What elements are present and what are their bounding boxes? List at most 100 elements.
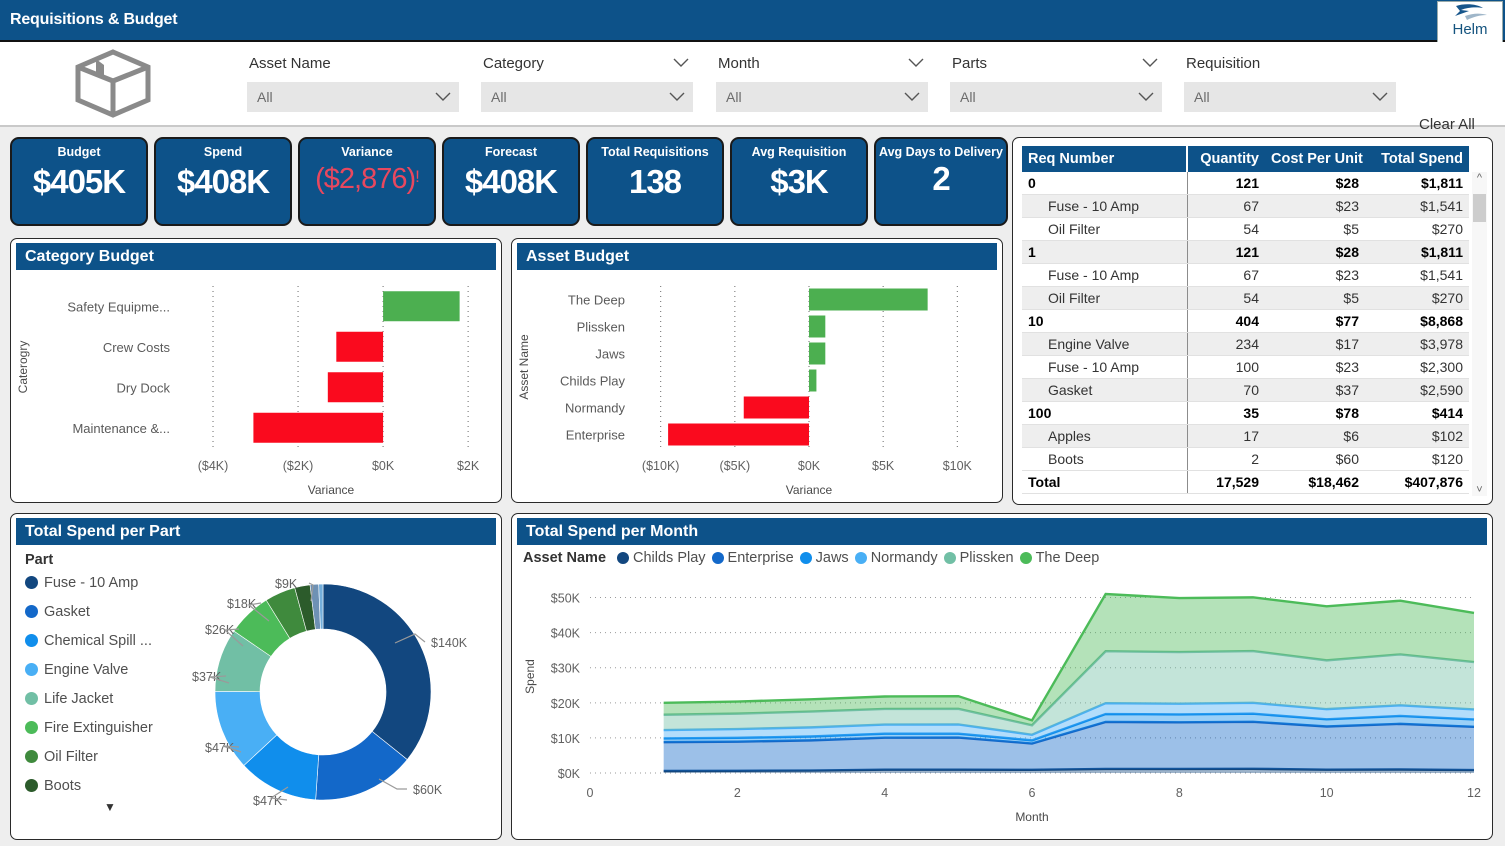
chevron-down-icon[interactable] xyxy=(673,58,689,68)
scroll-down-arrow-icon[interactable]: ˅ xyxy=(1472,484,1487,496)
slicer-asset-name-dropdown[interactable]: All xyxy=(247,82,459,112)
area-legend-item[interactable]: Plissken xyxy=(943,550,1014,566)
x-axis-tick-label: 12 xyxy=(1467,786,1481,800)
column-header-total-spend[interactable]: Total Spend xyxy=(1365,146,1469,172)
table-row[interactable]: 10 404 $77 $8,868 xyxy=(1022,309,1469,333)
donut-legend-item[interactable]: Engine Valve xyxy=(25,655,195,684)
cell-req-number: Gasket xyxy=(1022,378,1188,402)
donut-legend-item[interactable]: Fuse - 10 Amp xyxy=(25,568,195,597)
bar[interactable] xyxy=(809,342,826,365)
asset-budget-chart[interactable]: ($10K) ($5K) $0K $5K $10K The Deep Plissken Jaw… xyxy=(512,270,994,498)
scrollbar-thumb[interactable] xyxy=(1473,194,1486,222)
legend-item-label: Boots xyxy=(44,777,82,794)
cell-req-number: Oil Filter xyxy=(1022,217,1188,241)
area-legend-item[interactable]: Enterprise xyxy=(711,550,794,566)
kpi-card-avg-days-to-delivery[interactable]: Avg Days to Delivery 2 xyxy=(874,137,1008,226)
slicer-asset-name[interactable]: Asset Name All xyxy=(247,52,459,112)
slicer-parts-dropdown[interactable]: All xyxy=(950,82,1162,112)
clear-all-button[interactable]: Clear All xyxy=(1419,116,1475,133)
spend-per-month-panel: Total Spend per Month Asset Name Childs … xyxy=(511,513,1493,840)
kpi-card-variance[interactable]: Variance ($2,876)! xyxy=(298,137,436,226)
table-scrollbar[interactable]: ^ ˅ xyxy=(1472,172,1487,496)
slicer-category[interactable]: Category All xyxy=(481,52,693,112)
x-axis-tick-label: $2K xyxy=(457,459,480,473)
kpi-spend-label: Spend xyxy=(203,145,243,159)
cell-req-number: 0 xyxy=(1022,172,1188,195)
spend-per-month-area-chart[interactable]: $0K $10K $20K $30K $40K $50K 0 2 4 6 8 10 12 Month Spe… xyxy=(512,568,1484,826)
table-total-row: Total 17,529 $18,462 $407,876 xyxy=(1022,470,1469,494)
chevron-down-icon[interactable] xyxy=(1142,58,1158,68)
category-budget-chart[interactable]: ($4K) ($2K) $0K $2K Safety Equipme... Crew Co… xyxy=(11,270,493,498)
column-header-req-number[interactable]: Req Number xyxy=(1022,146,1188,172)
cell-total-quantity: 17,529 xyxy=(1187,470,1265,494)
kpi-card-budget[interactable]: Budget $405K xyxy=(10,137,148,226)
table-row[interactable]: Gasket 70 $37 $2,590 xyxy=(1022,378,1469,402)
kpi-card-avg-requisition[interactable]: Avg Requisition $3K xyxy=(730,137,868,226)
legend-color-dot xyxy=(711,552,724,564)
donut-legend-item[interactable]: Life Jacket xyxy=(25,684,195,713)
table-row[interactable]: 0 121 $28 $1,811 xyxy=(1022,172,1469,195)
table-row[interactable]: Fuse - 10 Amp 100 $23 $2,300 xyxy=(1022,355,1469,379)
cell-quantity: 17 xyxy=(1187,424,1265,448)
requisitions-table[interactable]: Req Number Quantity Cost Per Unit Total … xyxy=(1022,146,1469,494)
table-row[interactable]: Apples 17 $6 $102 xyxy=(1022,424,1469,448)
kpi-avg-requisition-value: $3K xyxy=(770,163,829,200)
kpi-card-spend[interactable]: Spend $408K xyxy=(154,137,292,226)
table-row[interactable]: Boots 2 $60 $120 xyxy=(1022,447,1469,471)
table-row[interactable]: 1 121 $28 $1,811 xyxy=(1022,240,1469,264)
table-row[interactable]: Fuse - 10 Amp 67 $23 $1,541 xyxy=(1022,263,1469,287)
bar[interactable] xyxy=(809,288,928,311)
table-row[interactable]: Oil Filter 54 $5 $270 xyxy=(1022,217,1469,241)
slicer-requisition-dropdown[interactable]: All xyxy=(1184,82,1396,112)
scroll-up-arrow-icon[interactable]: ^ xyxy=(1472,172,1487,184)
kpi-card-forecast[interactable]: Forecast $408K xyxy=(442,137,580,226)
bar[interactable] xyxy=(809,315,826,338)
table-row[interactable]: Engine Valve 234 $17 $3,978 xyxy=(1022,332,1469,356)
legend-more-chevron-down-icon[interactable]: ▼ xyxy=(25,800,195,814)
table-row[interactable]: Oil Filter 54 $5 $270 xyxy=(1022,286,1469,310)
area-legend-item[interactable]: Childs Play xyxy=(617,550,706,566)
bar[interactable] xyxy=(383,291,460,322)
x-axis-tick-label: 0 xyxy=(587,786,594,800)
donut-legend-item[interactable]: Gasket xyxy=(25,597,195,626)
area-legend-item[interactable]: The Deep xyxy=(1019,550,1099,566)
area-legend-item[interactable]: Normandy xyxy=(854,550,938,566)
y-axis-tick-label: $0K xyxy=(558,767,581,781)
bar[interactable] xyxy=(336,331,384,362)
category-budget-panel: Category Budget ($4K) ($2K) $0K $2K Safety E… xyxy=(10,238,502,503)
donut-legend-item[interactable]: Boots xyxy=(25,771,195,800)
slicer-parts[interactable]: Parts All xyxy=(950,52,1162,112)
legend-color-dot xyxy=(25,721,38,734)
slicer-category-dropdown[interactable]: All xyxy=(481,82,693,112)
cell-quantity: 67 xyxy=(1187,263,1265,287)
bar[interactable] xyxy=(809,369,817,392)
area-legend-item[interactable]: Jaws xyxy=(799,550,849,566)
slicer-month-dropdown[interactable]: All xyxy=(716,82,928,112)
slicer-month[interactable]: Month All xyxy=(716,52,928,112)
donut-slice[interactable] xyxy=(322,583,432,761)
column-header-cost-per-unit[interactable]: Cost Per Unit xyxy=(1265,146,1365,172)
y-axis-tick-label: $20K xyxy=(551,697,581,711)
donut-legend-item[interactable]: Oil Filter xyxy=(25,742,195,771)
category-label: Crew Costs xyxy=(103,340,171,355)
y-axis-tick-label: $10K xyxy=(551,732,581,746)
bar[interactable] xyxy=(668,423,809,446)
table-row[interactable]: Fuse - 10 Amp 67 $23 $1,541 xyxy=(1022,194,1469,218)
donut-value-label: $47K xyxy=(253,794,283,808)
slicer-requisition[interactable]: Requisition All xyxy=(1184,52,1396,112)
spend-per-part-donut-chart[interactable]: $140K$60K$47K$47K$37K$26K$18K$9K xyxy=(183,547,502,837)
asset-budget-panel: Asset Budget ($10K) ($5K) $0K $5K $10K The De… xyxy=(511,238,1003,503)
chevron-down-icon[interactable] xyxy=(908,58,924,68)
table-row[interactable]: 100 35 $78 $414 xyxy=(1022,401,1469,425)
cell-total-spend: $2,300 xyxy=(1365,355,1469,379)
kpi-card-total-requisitions[interactable]: Total Requisitions 138 xyxy=(586,137,724,226)
bar[interactable] xyxy=(327,372,384,403)
bar[interactable] xyxy=(743,396,809,419)
column-header-quantity[interactable]: Quantity xyxy=(1187,146,1265,172)
donut-legend-item[interactable]: Chemical Spill ... xyxy=(25,626,195,655)
x-axis-tick-label: ($4K) xyxy=(198,459,229,473)
cell-req-number: Boots xyxy=(1022,447,1188,471)
kpi-avg-days-label: Avg Days to Delivery xyxy=(879,145,1003,159)
donut-legend-item[interactable]: Fire Extinguisher xyxy=(25,713,195,742)
bar[interactable] xyxy=(253,412,384,443)
